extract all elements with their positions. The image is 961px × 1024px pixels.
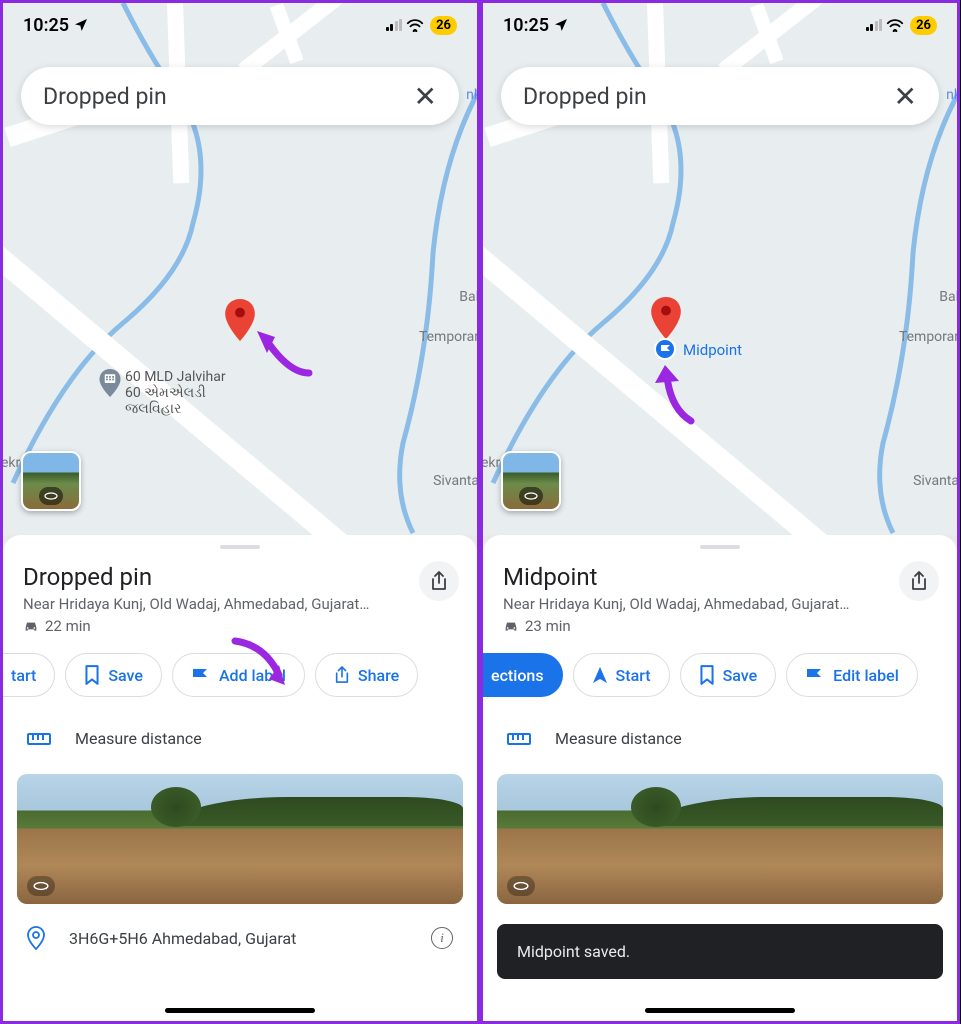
clear-search-button[interactable]: ✕ <box>414 80 437 113</box>
status-bar: 10:25 26 <box>483 3 957 47</box>
measure-distance-button[interactable]: Measure distance <box>3 715 477 762</box>
pin-label-text: Midpoint <box>683 341 742 359</box>
poi-pin-icon <box>99 369 121 397</box>
start-button[interactable]: tart <box>3 653 55 697</box>
share-action-button[interactable] <box>899 561 939 601</box>
place-address: Near Hridaya Kunj, Old Wadaj, Ahmedabad,… <box>23 595 457 613</box>
clock: 10:25 <box>23 15 69 36</box>
poi-sub: 60 એમએલડી <box>125 385 226 401</box>
search-bar[interactable]: Dropped pin ✕ <box>21 67 459 125</box>
battery-indicator: 26 <box>910 16 937 35</box>
poi-sub: જલવિહાર <box>125 401 226 417</box>
home-indicator[interactable] <box>645 1008 795 1013</box>
map-poi[interactable]: 60 MLD Jalvihar 60 એમએલડી જલવિહાર <box>99 369 226 417</box>
360-icon <box>27 876 55 896</box>
share-button[interactable]: Share <box>315 653 418 697</box>
measure-label: Measure distance <box>75 729 202 748</box>
streetview-strip[interactable] <box>497 774 943 904</box>
eta-row: 23 min <box>503 617 937 635</box>
flag-icon <box>191 666 211 684</box>
sheet-grabber[interactable] <box>700 545 740 549</box>
cell-signal-icon <box>866 19 883 31</box>
search-text: Dropped pin <box>523 83 894 110</box>
360-icon <box>39 487 63 505</box>
pluscode-text: 3H6G+5H6 Ahmedabad, Gujarat <box>69 929 296 948</box>
360-icon <box>519 487 543 505</box>
action-chip-row: ections Start Save Edit label <box>480 635 957 715</box>
share-action-button[interactable] <box>419 561 459 601</box>
bookmark-icon <box>84 665 100 685</box>
ruler-icon <box>507 730 531 748</box>
home-indicator[interactable] <box>165 1008 315 1013</box>
add-label-button[interactable]: Add label <box>172 653 305 697</box>
nav-arrow-icon <box>592 666 608 684</box>
car-icon <box>23 619 39 633</box>
map-label: Temporar <box>419 329 477 345</box>
wifi-icon <box>406 18 424 32</box>
place-address: Near Hridaya Kunj, Old Wadaj, Ahmedabad,… <box>503 595 937 613</box>
share-up-icon <box>334 665 350 685</box>
cell-signal-icon <box>386 19 403 31</box>
map-label: Temporar <box>899 329 957 345</box>
place-title: Midpoint <box>503 563 937 591</box>
map-label: Sivanta <box>913 473 957 489</box>
map-label: ekr <box>3 455 20 471</box>
location-arrow-icon <box>73 17 89 33</box>
map-label: nk <box>946 87 957 103</box>
labeled-place-icon[interactable] <box>653 337 677 361</box>
pluscode-row[interactable]: 3H6G+5H6 Ahmedabad, Gujarat i <box>3 904 477 960</box>
streetview-thumbnail[interactable] <box>21 451 81 511</box>
map-label: Sivanta <box>433 473 477 489</box>
clear-search-button[interactable]: ✕ <box>894 80 917 113</box>
car-icon <box>503 619 519 633</box>
share-up-icon <box>430 571 448 591</box>
bottom-sheet[interactable]: Dropped pin Near Hridaya Kunj, Old Wadaj… <box>3 535 477 1021</box>
map-label: nk <box>466 87 477 103</box>
action-chip-row: tart Save Add label Share <box>0 635 477 715</box>
save-button[interactable]: Save <box>680 653 777 697</box>
toast: Midpoint saved. <box>497 924 943 979</box>
sheet-grabber[interactable] <box>220 545 260 549</box>
eta-text: 22 min <box>45 617 91 635</box>
ruler-icon <box>27 730 51 748</box>
streetview-strip[interactable] <box>17 774 463 904</box>
info-icon[interactable]: i <box>431 927 453 949</box>
eta-text: 23 min <box>525 617 571 635</box>
measure-label: Measure distance <box>555 729 682 748</box>
location-arrow-icon <box>553 17 569 33</box>
phone-left: nk Bal Temporar Sivanta ekr 60 MLD Jalvi… <box>0 0 480 1024</box>
360-icon <box>507 876 535 896</box>
map-label: ekr <box>483 455 500 471</box>
dropped-pin-icon[interactable] <box>225 299 255 341</box>
eta-row: 22 min <box>23 617 457 635</box>
edit-label-button[interactable]: Edit label <box>786 653 918 697</box>
pin-outline-icon <box>27 926 45 950</box>
search-bar[interactable]: Dropped pin ✕ <box>501 67 939 125</box>
battery-indicator: 26 <box>430 16 457 35</box>
save-button[interactable]: Save <box>65 653 162 697</box>
poi-name: 60 MLD Jalvihar <box>125 369 226 385</box>
wifi-icon <box>886 18 904 32</box>
share-up-icon <box>910 571 928 591</box>
map-label: Bal <box>459 289 477 305</box>
map-label: Bal <box>939 289 957 305</box>
search-text: Dropped pin <box>43 83 414 110</box>
streetview-thumbnail[interactable] <box>501 451 561 511</box>
place-title: Dropped pin <box>23 563 457 591</box>
toast-text: Midpoint saved. <box>517 942 630 961</box>
clock: 10:25 <box>503 15 549 36</box>
dropped-pin-icon[interactable] <box>651 297 681 339</box>
flag-icon <box>805 666 825 684</box>
start-button[interactable]: Start <box>573 653 670 697</box>
status-bar: 10:25 26 <box>3 3 477 47</box>
bookmark-icon <box>699 665 715 685</box>
phone-right: nk Bal Temporar Sivanta ekr Midpoint <box>480 0 960 1024</box>
measure-distance-button[interactable]: Measure distance <box>483 715 957 762</box>
directions-button[interactable]: ections <box>483 653 563 697</box>
